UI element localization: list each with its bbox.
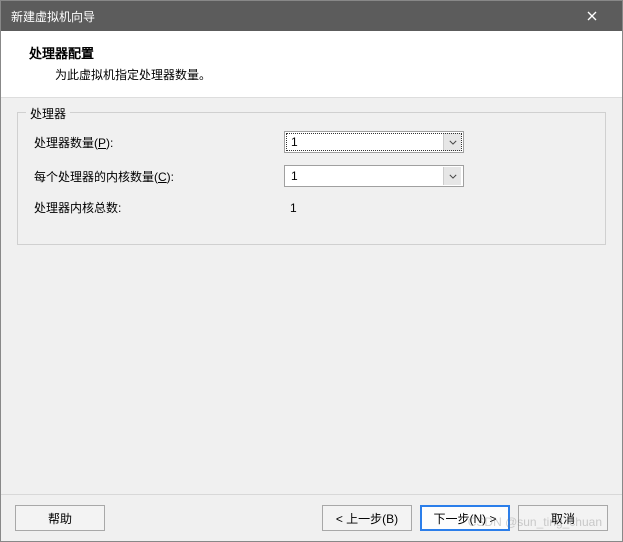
titlebar: 新建虚拟机向导 [1, 1, 622, 31]
wizard-header: 处理器配置 为此虚拟机指定处理器数量。 [1, 31, 622, 98]
chevron-down-icon [443, 133, 461, 151]
cores-value: 1 [291, 169, 298, 183]
window-title: 新建虚拟机向导 [11, 8, 95, 25]
back-button[interactable]: < 上一步(B) [322, 505, 412, 531]
chevron-down-icon [443, 167, 461, 185]
wizard-window: 新建虚拟机向导 处理器配置 为此虚拟机指定处理器数量。 处理器 处理器数量(P)… [0, 0, 623, 542]
processor-count-combo[interactable]: 1 [284, 131, 464, 153]
page-title: 处理器配置 [29, 43, 602, 62]
total-cores-label: 处理器内核总数: [34, 199, 284, 216]
cores-label: 每个处理器的内核数量(C): [34, 168, 284, 185]
close-button[interactable] [572, 1, 612, 31]
row-total-cores: 处理器内核总数: 1 [34, 199, 589, 216]
processor-count-value: 1 [291, 135, 298, 149]
button-bar: 帮助 < 上一步(B) 下一步(N) > 取消 [1, 494, 622, 541]
next-button[interactable]: 下一步(N) > [420, 505, 510, 531]
group-label: 处理器 [26, 105, 70, 122]
total-cores-value: 1 [284, 201, 297, 215]
help-button[interactable]: 帮助 [15, 505, 105, 531]
row-cores-per-processor: 每个处理器的内核数量(C): 1 [34, 165, 589, 187]
cores-combo[interactable]: 1 [284, 165, 464, 187]
row-processor-count: 处理器数量(P): 1 [34, 131, 589, 153]
cancel-button[interactable]: 取消 [518, 505, 608, 531]
page-subtitle: 为此虚拟机指定处理器数量。 [55, 66, 602, 83]
close-icon [587, 8, 597, 24]
content-area: 处理器 处理器数量(P): 1 每个处理器的内核数量(C): 1 [1, 98, 622, 494]
processor-group: 处理器 处理器数量(P): 1 每个处理器的内核数量(C): 1 [17, 112, 606, 245]
processor-count-label: 处理器数量(P): [34, 134, 284, 151]
